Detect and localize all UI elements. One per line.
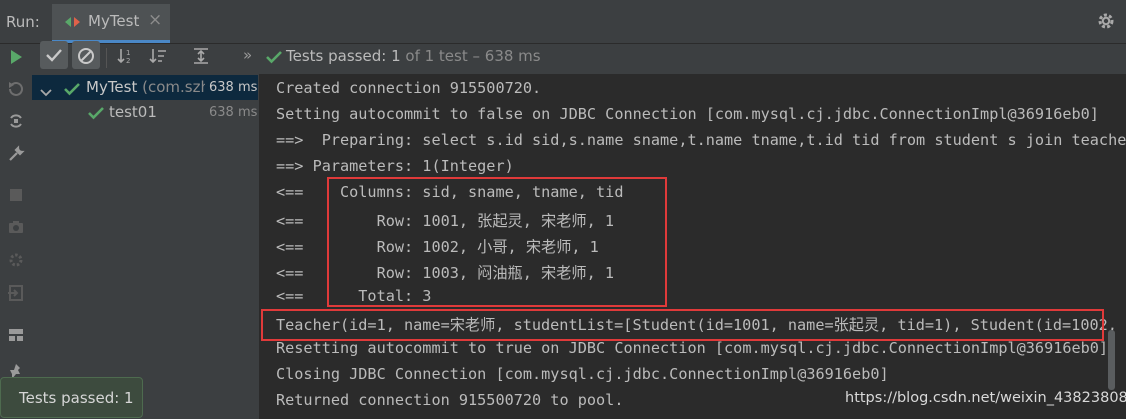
console-line: ==> Parameters: 1(Integer) [276,157,514,175]
passed-check-icon [64,81,80,100]
chevron-down-icon[interactable] [40,83,52,102]
passed-check-icon [88,105,104,124]
tests-passed-icon [266,49,282,68]
sort-by-duration-icon[interactable] [149,47,167,69]
wrench-icon[interactable] [7,145,25,167]
console-line: ==> Preparing: select s.id sid,s.name sn… [276,131,1126,149]
layout-icon[interactable] [7,326,25,348]
root-package: (com.szh [142,78,205,96]
toast-message: Tests passed: 1 [19,389,134,407]
tree-row-mytest-label: MyTest (com.szh [86,78,205,96]
test01-duration: 638 ms [209,105,258,120]
camera-icon[interactable] [7,218,25,240]
result-rows-highlight [327,177,667,307]
tree-row-test01[interactable]: test01 [109,103,157,121]
close-icon[interactable]: × [148,10,162,30]
rerun-failed-icon[interactable] [7,80,25,102]
status-count: 1 [391,47,401,65]
more-actions-icon[interactable]: » [243,46,252,64]
expand-all-icon[interactable] [192,47,210,69]
run-label: Run: [6,13,40,31]
root-class-name: MyTest [86,78,138,96]
debug-settings-icon[interactable] [7,251,25,273]
root-duration: 638 ms [209,80,258,95]
junit-run-icon [64,14,82,33]
tab-title[interactable]: MyTest [88,12,139,30]
stop-icon[interactable] [7,186,25,208]
rerun-icon[interactable] [7,48,25,70]
status-label: Tests passed: [286,47,387,65]
sort-alphabetically-icon[interactable]: 12 [117,47,135,69]
console-line: Closing JDBC Connection [com.mysql.cj.jd… [276,365,889,383]
toggle-auto-test-icon[interactable] [7,112,25,134]
svg-text:2: 2 [126,57,130,65]
status-detail: of 1 test – 638 ms [405,47,541,65]
test-tree-panel [32,74,259,419]
console-line: Resetting autocommit to true on JDBC Con… [276,339,1109,357]
console-scrollbar[interactable] [1108,330,1115,390]
ignored-icon [77,47,95,69]
console-line: Returned connection 915500720 to pool. [276,391,624,409]
gear-icon[interactable] [1097,12,1115,34]
toolbar-divider [106,48,107,68]
import-tests-icon[interactable] [7,284,25,306]
console-line: Setting autocommit to false on JDBC Conn… [276,105,1099,123]
watermark-text: https://blog.csdn.net/weixin_43823808 [845,390,1126,406]
console-line: Created connection 915500720. [276,79,542,97]
checkmark-icon [45,47,63,67]
test-status-text: Tests passed: 1 of 1 test – 638 ms [286,47,541,65]
svg-text:1: 1 [126,49,130,57]
teacher-output-highlight [261,309,1104,341]
